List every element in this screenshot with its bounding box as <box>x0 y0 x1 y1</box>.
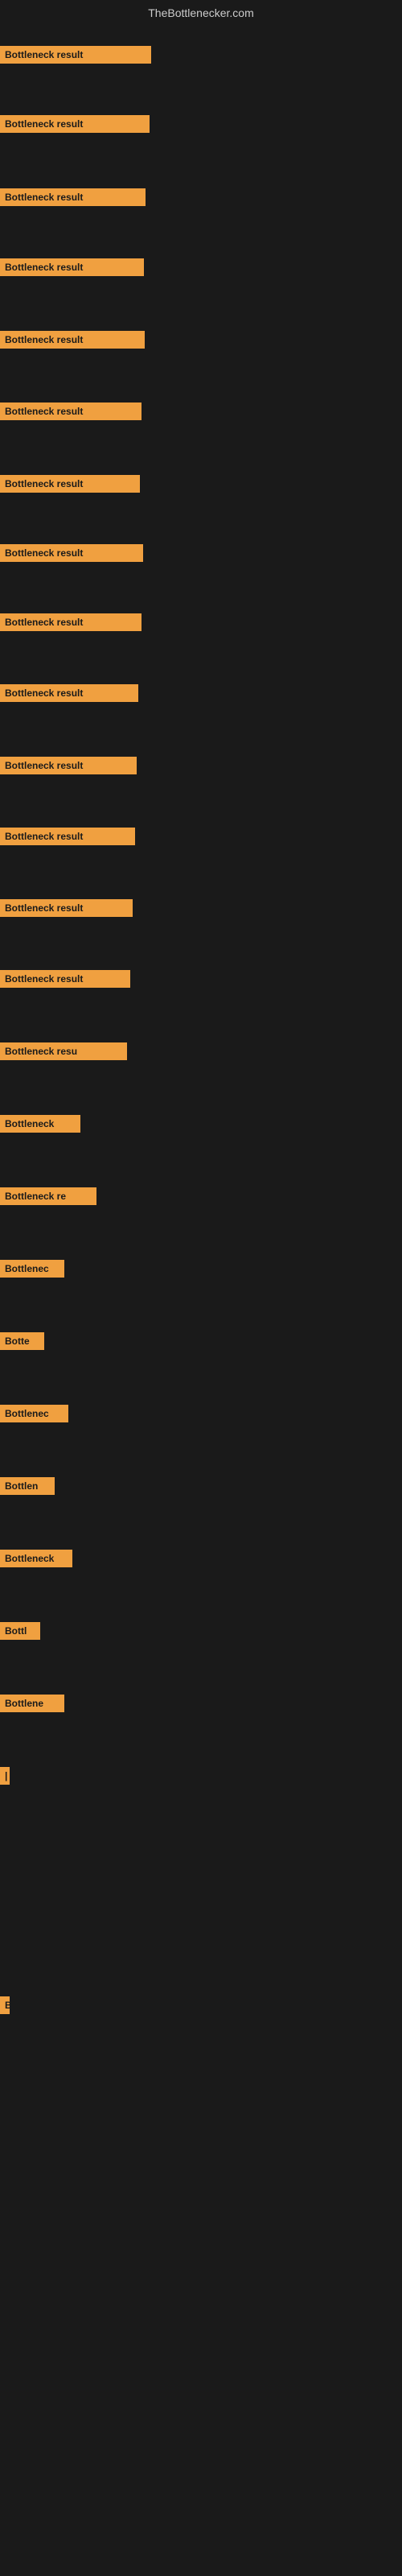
bottleneck-result-item[interactable]: Bottlenec <box>0 1405 68 1422</box>
bottleneck-result-item[interactable]: Bottlenec <box>0 1260 64 1278</box>
bottleneck-result-item[interactable]: Bottleneck result <box>0 115 150 133</box>
bottleneck-result-item[interactable]: Bottleneck re <box>0 1187 96 1205</box>
bottleneck-result-item[interactable]: Bottleneck result <box>0 188 146 206</box>
bottleneck-result-item[interactable]: Bottleneck result <box>0 475 140 493</box>
bottleneck-result-item[interactable]: | <box>0 1767 10 1785</box>
bottleneck-result-item[interactable]: Bottleneck <box>0 1550 72 1567</box>
bottleneck-result-item[interactable]: Bottleneck result <box>0 258 144 276</box>
bottleneck-result-item[interactable]: Bottleneck result <box>0 402 142 420</box>
page-title: TheBottlenecker.com <box>148 6 254 19</box>
bottleneck-result-item[interactable]: Bottleneck result <box>0 684 138 702</box>
bottleneck-result-item[interactable]: Bottleneck result <box>0 970 130 988</box>
bottleneck-result-item[interactable]: Bottleneck <box>0 1115 80 1133</box>
bottleneck-result-item[interactable]: Bottlene <box>0 1695 64 1712</box>
bottleneck-result-item[interactable]: Bottleneck result <box>0 613 142 631</box>
page-header: TheBottlenecker.com <box>0 0 402 27</box>
bottleneck-result-item[interactable]: Bottleneck result <box>0 544 143 562</box>
bottleneck-result-item[interactable]: Bottl <box>0 1622 40 1640</box>
bottleneck-result-item[interactable]: Bottleneck result <box>0 46 151 64</box>
bottleneck-result-item[interactable]: Bottleneck resu <box>0 1042 127 1060</box>
bottleneck-result-item[interactable]: Bottlen <box>0 1477 55 1495</box>
bottleneck-result-item[interactable]: Bottleneck result <box>0 899 133 917</box>
bottleneck-result-item[interactable]: B <box>0 1996 10 2014</box>
bottleneck-result-item[interactable]: Bottleneck result <box>0 757 137 774</box>
bottleneck-result-item[interactable]: Bottleneck result <box>0 828 135 845</box>
bottleneck-result-item[interactable]: Bottleneck result <box>0 331 145 349</box>
bottleneck-result-item[interactable]: Botte <box>0 1332 44 1350</box>
